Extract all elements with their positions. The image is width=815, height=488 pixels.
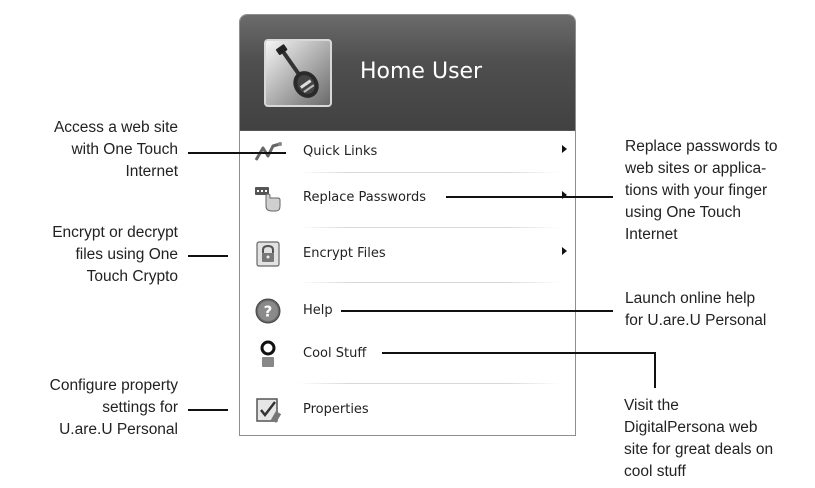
- menu-item-label: Encrypt Files: [303, 246, 386, 261]
- callout-text: Internet: [625, 226, 678, 243]
- leader-line: [188, 409, 228, 411]
- submenu-arrow-icon: [562, 247, 567, 255]
- leader-line: [188, 255, 228, 257]
- callout-text: with One Touch: [71, 141, 178, 158]
- menu-separator: [298, 227, 560, 228]
- callout-text: Launch online help: [625, 290, 756, 307]
- leader-line: [654, 352, 656, 388]
- callout-properties: Configure property settings for U.are.U …: [10, 375, 178, 441]
- menu-item-label: Replace Passwords: [303, 190, 427, 205]
- menu-header: Home User: [240, 15, 575, 131]
- menu-separator: [298, 282, 560, 283]
- callout-text: Replace passwords to: [625, 138, 778, 155]
- menu-item-encrypt-files[interactable]: Encrypt Files: [240, 234, 575, 274]
- callout-text: Access a web site: [53, 119, 178, 136]
- callout-text: U.are.U Personal: [59, 421, 178, 438]
- callout-replace-passwords: Replace passwords to web sites or applic…: [625, 136, 810, 246]
- callout-text: using One Touch: [625, 204, 742, 221]
- leader-line: [341, 310, 613, 312]
- menu-item-cool-stuff[interactable]: Cool Stuff: [240, 334, 575, 374]
- callout-quick-links: Access a web site with One Touch Interne…: [10, 117, 178, 183]
- user-name: Home User: [360, 59, 483, 84]
- leader-line: [382, 352, 656, 354]
- callout-text: for U.are.U Personal: [625, 312, 767, 329]
- callout-text: tions with your finger: [625, 182, 768, 199]
- menu-item-quick-links[interactable]: Quick Links: [240, 132, 575, 172]
- svg-text:?: ?: [264, 303, 273, 321]
- menu-item-label: Properties: [303, 402, 369, 417]
- callout-cool-stuff: Visit the DigitalPersona web site for gr…: [624, 395, 814, 483]
- callout-text: cool stuff: [624, 463, 686, 480]
- safe-lock-icon: [254, 240, 282, 268]
- callout-text: files using One: [75, 246, 178, 263]
- callout-text: Touch Crypto: [86, 268, 178, 285]
- menu-item-replace-passwords[interactable]: Replace Passwords: [240, 178, 575, 218]
- help-icon: ?: [254, 297, 282, 325]
- one-touch-menu: Home User Quick Links Replace Passwords: [239, 14, 576, 436]
- leader-line: [446, 196, 613, 198]
- callout-encrypt-files: Encrypt or decrypt files using One Touch…: [10, 222, 178, 288]
- callout-text: Encrypt or decrypt: [52, 224, 178, 241]
- callout-text: site for great deals on: [624, 441, 774, 458]
- leader-line: [188, 152, 286, 154]
- callout-text: web sites or applica-: [625, 160, 767, 177]
- callout-text: Configure property: [49, 377, 178, 394]
- menu-item-label: Cool Stuff: [303, 346, 367, 361]
- menu-separator: [298, 172, 560, 173]
- finger-key-icon: [254, 184, 282, 212]
- callout-text: Internet: [125, 163, 178, 180]
- callout-help: Launch online help for U.are.U Personal: [625, 288, 810, 332]
- menu-separator: [298, 383, 560, 384]
- menu-item-properties[interactable]: Properties: [240, 390, 575, 430]
- callout-text: Visit the: [624, 397, 679, 414]
- callout-text: DigitalPersona web: [624, 419, 758, 436]
- guitar-icon[interactable]: [264, 39, 332, 107]
- menu-item-label: Quick Links: [303, 144, 378, 159]
- callout-text: settings for: [102, 399, 178, 416]
- menu-item-label: Help: [303, 303, 333, 318]
- person-icon: [254, 340, 282, 368]
- checklist-icon: [254, 396, 282, 424]
- submenu-arrow-icon: [562, 145, 567, 153]
